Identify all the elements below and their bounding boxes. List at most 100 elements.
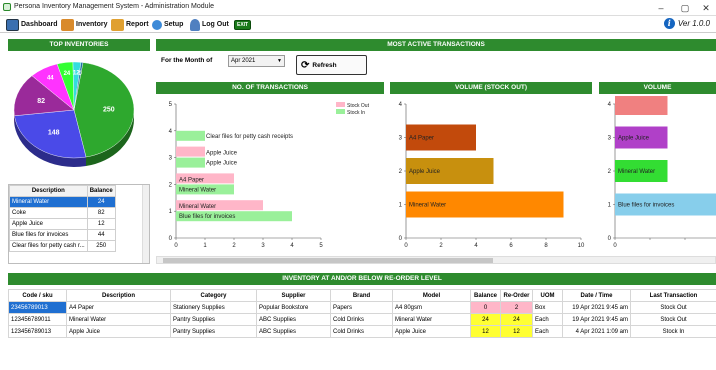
x-tick-label: 1 [203,243,207,249]
col-category[interactable]: Category [170,289,257,302]
cell-balance: 82 [86,207,116,219]
inventory-icon [61,18,74,31]
col-model[interactable]: Model [392,289,471,302]
table-row[interactable]: 123456789013 Apple Juice Pantry Supplies… [8,325,716,338]
menu-logout[interactable]: Log Out [190,18,229,31]
stock-in-bar [176,130,205,141]
cell-balance: 24 [470,313,501,326]
col-description[interactable]: Description [66,289,171,302]
menu-inventory[interactable]: Inventory [61,18,108,31]
bar-label: Blue files for invoices [179,214,235,220]
report-icon [111,18,124,31]
y-tick-label: 3 [608,136,612,142]
x-tick-label: 0 [613,243,617,249]
volume-in-chart-header: VOLUME [599,82,716,94]
refresh-icon: ⟳ [301,59,310,71]
cell-description: Blue files for invoices [9,229,88,241]
most-active-header: MOST ACTIVE TRANSACTIONS [156,39,716,51]
legend-label: Stock Out [347,103,370,109]
col-supplier[interactable]: Supplier [256,289,331,302]
cell-description: Mineral Water [9,196,88,208]
cell-brand: Cold Drinks [330,313,393,326]
cell-reorder: 24 [500,313,533,326]
menu-dashboard[interactable]: Dashboard [6,18,58,31]
month-select[interactable]: Apr 2021 ▼ [228,55,285,67]
cell-datetime: 4 Apr 2021 1:09 am [562,325,631,338]
menu-bar: Dashboard Inventory Report Setup Log Out… [0,16,716,33]
menu-dashboard-label: Dashboard [21,21,58,28]
x-tick-label: 0 [174,243,178,249]
cell-last-transaction: Stock In [630,325,716,338]
exit-button[interactable]: EXIT [234,18,252,31]
col-code[interactable]: Code / sku [8,289,67,302]
title-bar: Persona Inventory Management System - Ad… [0,0,716,16]
table-row[interactable]: Clear files for petty cash r... 250 [9,240,116,252]
cell-balance: 12 [86,218,116,230]
table-row[interactable]: 123456789011 Mineral Water Pantry Suppli… [8,313,716,326]
cell-uom: Each [532,313,563,326]
cell-last-transaction: Stock Out [630,301,716,314]
col-brand[interactable]: Brand [330,289,393,302]
table-row[interactable]: Blue files for invoices 44 [9,229,116,241]
table-row[interactable]: Apple Juice 12 [9,218,116,230]
table-row[interactable]: Mineral Water 24 [9,196,116,208]
stock-in-bar [176,157,205,168]
cell-description: Apple Juice [66,325,171,338]
y-tick-label: 1 [169,209,173,215]
cell-category: Pantry Supplies [170,313,257,326]
y-tick-label: 3 [169,156,173,162]
bar-label: Apple Juice [409,169,441,175]
menu-logout-label: Log Out [202,21,229,28]
table-row[interactable]: 23456789013 A4 Paper Stationery Supplies… [8,301,716,314]
col-description[interactable]: Description [9,185,88,197]
volume-in-bar [615,96,668,115]
cell-code: 123456789011 [8,313,67,326]
x-tick-label: 4 [474,243,478,249]
menu-setup-label: Setup [164,21,184,28]
info-icon[interactable]: i [663,18,675,29]
col-datetime[interactable]: Date / Time [562,289,631,302]
refresh-button[interactable]: ⟳ Refresh [296,55,367,75]
cell-category: Pantry Supplies [170,325,257,338]
y-tick-label: 4 [169,129,173,135]
x-tick-label: 5 [319,243,323,249]
gear-icon [152,19,162,30]
bar-label: Mineral Water [179,204,216,210]
table-scrollbar[interactable] [142,185,149,263]
legend-label: Stock In [347,110,365,116]
charts-horizontal-scrollbar[interactable] [156,256,716,264]
pie-slice-label: 24 [64,71,71,77]
scrollbar-thumb[interactable] [163,258,493,263]
minimize-button[interactable]: – [652,2,670,14]
col-uom[interactable]: UOM [532,289,563,302]
menu-report[interactable]: Report [111,18,149,31]
cell-brand: Cold Drinks [330,325,393,338]
col-balance[interactable]: Balance [86,185,116,197]
pie-slice-label: 250 [103,106,115,113]
y-tick-label: 4 [608,102,612,108]
cell-description: Clear files for petty cash r... [9,240,88,252]
window-title: Persona Inventory Management System - Ad… [14,3,214,10]
cell-model: Apple Juice [392,325,471,338]
col-last-transaction[interactable]: Last Transaction [630,289,716,302]
table-row[interactable]: Coke 82 [9,207,116,219]
top-inventories-header: TOP INVENTORIES [8,39,150,51]
x-tick-label: 8 [544,243,548,249]
cell-balance: 0 [470,301,501,314]
cell-supplier: ABC Supplies [256,325,331,338]
cell-balance: 250 [86,240,116,252]
close-button[interactable]: ✕ [697,2,715,14]
cell-supplier: ABC Supplies [256,313,331,326]
month-label: For the Month of [161,57,213,64]
cell-balance: 12 [470,325,501,338]
maximize-button[interactable]: ▢ [676,2,694,14]
col-reorder[interactable]: Re-Order [500,289,533,302]
col-balance[interactable]: Balance [470,289,501,302]
stock-out-bar [176,146,205,157]
menu-setup[interactable]: Setup [152,18,183,31]
cell-description: A4 Paper [66,301,171,314]
menu-report-label: Report [126,21,149,28]
version-label: Ver 1.0.0 [677,19,710,28]
y-tick-label: 2 [399,169,403,175]
app-icon [3,3,11,11]
